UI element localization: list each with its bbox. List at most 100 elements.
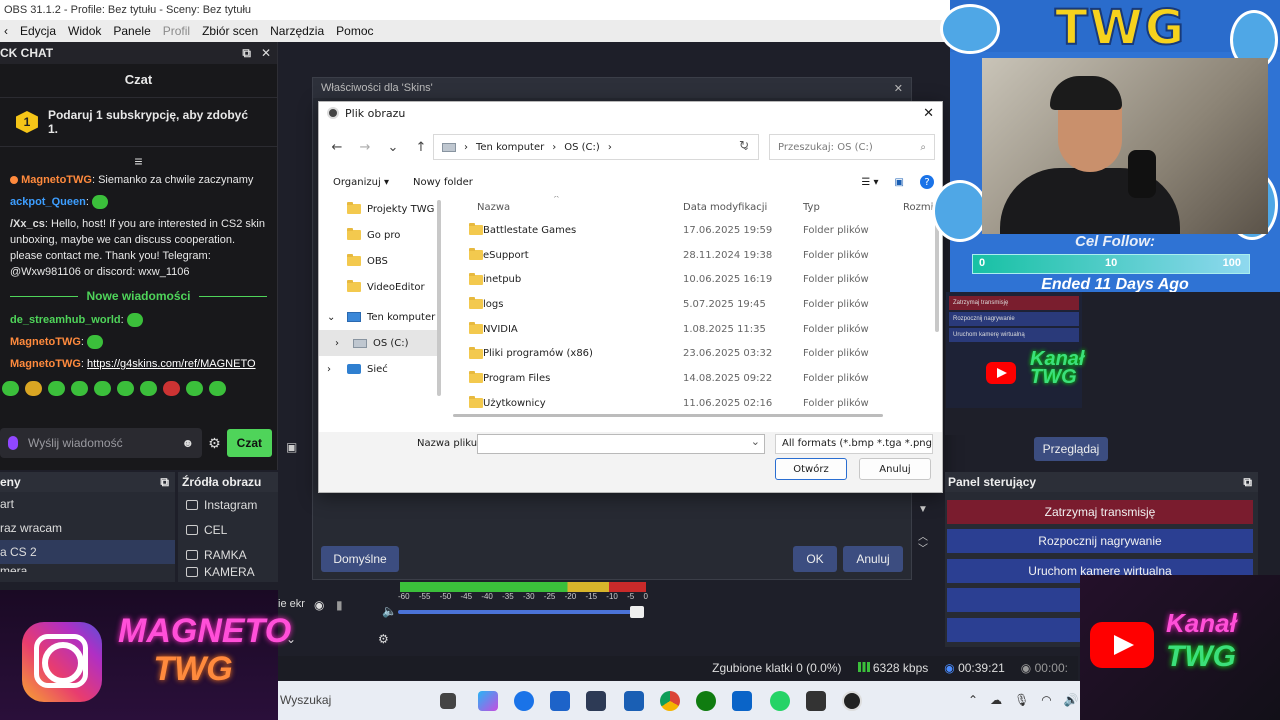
edge-icon[interactable] (514, 691, 534, 711)
nav-item-folder[interactable]: Go pro (319, 222, 437, 248)
new-folder-button[interactable]: Nowy folder (413, 177, 473, 188)
emote-icon[interactable] (209, 381, 226, 396)
stop-stream-button[interactable]: Zatrzymaj transmisję (947, 500, 1253, 524)
up-arrow-icon[interactable]: ↑ (407, 140, 435, 155)
source-item[interactable]: Instagram (178, 492, 278, 517)
menu-widok[interactable]: Widok (68, 24, 101, 38)
breadcrumb-item[interactable]: Ten komputer (476, 142, 544, 153)
scene-item[interactable]: art (0, 492, 175, 516)
image-icon[interactable]: ▣ (286, 440, 297, 454)
taskbar-search[interactable]: Wyszukaj (278, 687, 428, 713)
xbox-icon[interactable] (696, 691, 716, 711)
volume-slider[interactable] (398, 610, 643, 614)
mic-icon[interactable]: 🎙 (1014, 693, 1029, 707)
speaker-icon[interactable]: 🔈 (382, 604, 397, 618)
emote-icon[interactable] (186, 381, 203, 396)
nav-item-folder[interactable]: VideoEditor (319, 274, 437, 300)
open-button[interactable]: Otwórz (775, 458, 847, 480)
chat-username[interactable]: /Xx_cs (10, 218, 45, 230)
close-icon[interactable]: ✕ (894, 82, 903, 95)
help-icon[interactable]: ? (920, 175, 934, 189)
menu-pomoc[interactable]: Pomoc (336, 24, 373, 38)
column-date[interactable]: Data modyfikacji (683, 202, 767, 213)
chat-username[interactable]: MagnetoTWG (10, 358, 81, 370)
emote-icon[interactable] (94, 381, 111, 396)
nav-item-drive-c[interactable]: › OS (C:) (319, 330, 437, 356)
app-icon[interactable] (586, 691, 606, 711)
sub-banner[interactable]: 1 Podaruj 1 subskrypcję, aby zdobyć 1. (0, 98, 277, 147)
file-row[interactable]: Program Files 14.08.2025 09:22 Folder plik… (449, 366, 937, 391)
gear-icon[interactable]: ⚙ (378, 632, 389, 646)
menu-zbior-scen[interactable]: Zbiór scen (202, 24, 258, 38)
source-item[interactable]: RAMKA (178, 542, 278, 567)
organize-menu[interactable]: Organizuj ▾ (333, 177, 389, 188)
chat-send-button[interactable]: Czat (226, 429, 272, 457)
scene-item[interactable]: mera (0, 564, 175, 572)
emote-icon[interactable] (2, 381, 19, 396)
search-input[interactable]: Przeszukaj: OS (C:) ⌕ (769, 134, 935, 160)
menu-back-chevron[interactable]: ‹ (4, 24, 8, 38)
nav-item-this-pc[interactable]: ⌄ Ten komputer (319, 304, 437, 330)
file-row[interactable]: eSupport 28.11.2024 19:38 Folder plików (449, 243, 937, 268)
forward-arrow-icon[interactable]: → (351, 140, 379, 155)
menu-panele[interactable]: Panele (113, 24, 150, 38)
vscode-icon[interactable] (624, 691, 644, 711)
float-icon[interactable]: ⧉ (1243, 475, 1252, 490)
back-arrow-icon[interactable]: ← (323, 140, 351, 155)
file-row[interactable]: NVIDIA 1.08.2025 11:35 Folder plików (449, 317, 937, 342)
breadcrumb-item[interactable]: OS (C:) (564, 142, 600, 153)
chrome-icon[interactable] (660, 691, 680, 711)
menu-profil[interactable]: Profil (163, 24, 190, 38)
emote-icon[interactable] (140, 381, 157, 396)
gear-icon[interactable]: ⚙ (208, 435, 221, 452)
horizontal-scrollbar[interactable] (453, 414, 883, 417)
emote-icon[interactable] (71, 381, 88, 396)
nav-item-network[interactable]: › Sieć (319, 356, 437, 382)
obs-taskbar-icon[interactable] (842, 691, 862, 711)
close-icon[interactable]: ✕ (923, 106, 934, 121)
chat-username[interactable]: MagnetoTWG (21, 174, 92, 186)
mic-icon[interactable] (8, 436, 18, 450)
cancel-button[interactable]: Anuluj (843, 546, 903, 572)
chat-username[interactable]: MagnetoTWG (10, 336, 81, 348)
file-row[interactable]: inetpub 10.06.2025 16:19 Folder plików (449, 267, 937, 292)
column-size[interactable]: Rozmi (903, 202, 933, 213)
whatsapp-icon[interactable] (770, 691, 790, 711)
source-item[interactable]: CEL (178, 517, 278, 542)
recent-chevron-icon[interactable]: ⌄ (379, 140, 407, 155)
refresh-icon[interactable]: ↻ (739, 138, 749, 152)
store-icon[interactable] (550, 691, 570, 711)
emote-icon[interactable] (25, 381, 42, 396)
task-view-icon[interactable] (440, 693, 456, 709)
browse-button[interactable]: Przeglądaj (1034, 437, 1108, 461)
file-row[interactable]: Pliki programów (x86) 23.06.2025 03:32 Fol… (449, 341, 937, 366)
chat-input[interactable]: Wyślij wiadomość ☻ (0, 428, 203, 458)
close-icon[interactable]: ✕ (261, 46, 271, 61)
emoji-icon[interactable]: ☻ (181, 436, 194, 450)
source-item[interactable]: KAMERA (178, 567, 278, 577)
nav-item-folder[interactable]: Projekty TWG (319, 196, 437, 222)
filename-input[interactable] (477, 434, 765, 454)
file-row[interactable]: logs 5.07.2025 19:45 Folder plików (449, 292, 937, 317)
emote-icon[interactable] (117, 381, 134, 396)
emote-icon[interactable] (48, 381, 65, 396)
emote-icon[interactable] (163, 381, 180, 396)
scroll-down-icon[interactable]: ▼ (918, 504, 928, 515)
defaults-button[interactable]: Domyślne (321, 546, 399, 572)
chevron-right-icon[interactable]: › (327, 364, 341, 375)
chat-link[interactable]: https://g4skins.com/ref/MAGNETO (87, 358, 256, 370)
collapse-icon[interactable]: ≡ (0, 147, 277, 169)
view-menu-icon[interactable]: ☰ ▾ (861, 177, 878, 188)
nav-item-folder[interactable]: OBS (319, 248, 437, 274)
wifi-icon[interactable]: ◠ (1041, 693, 1051, 707)
copilot-icon[interactable] (478, 691, 498, 711)
chat-username[interactable]: de_streamhub_world (10, 314, 121, 326)
chevron-up-icon[interactable]: ⌃ (968, 693, 978, 707)
lock-icon[interactable]: ▮ (336, 598, 343, 612)
nav-pane-scrollbar[interactable] (437, 196, 443, 422)
cloud-icon[interactable]: ☁ (990, 693, 1002, 707)
column-type[interactable]: Typ (803, 202, 820, 213)
menu-edycja[interactable]: Edycja (20, 24, 56, 38)
file-row[interactable]: Użytkownicy 11.06.2025 02:16 Folder plików (449, 391, 937, 416)
volume-icon[interactable]: 🔊 (1064, 693, 1079, 707)
